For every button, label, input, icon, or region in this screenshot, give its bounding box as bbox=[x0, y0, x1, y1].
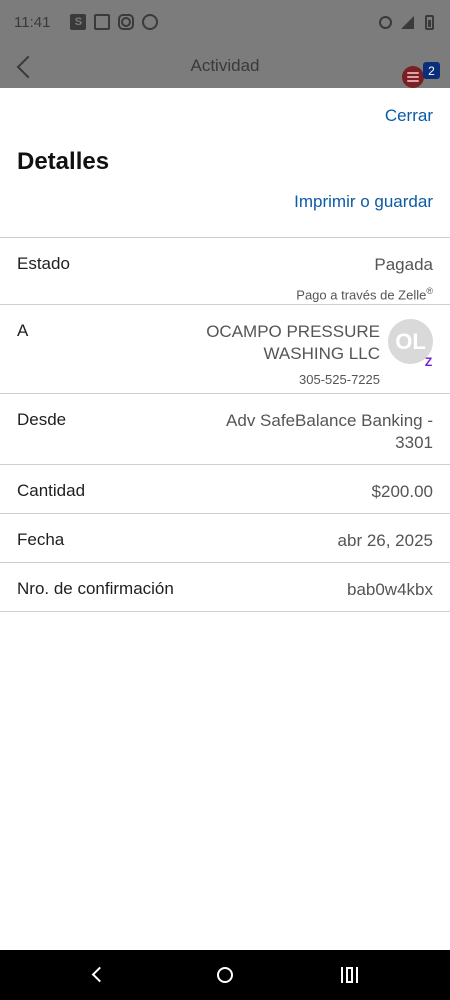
instagram-icon bbox=[118, 14, 135, 30]
close-button[interactable]: Cerrar bbox=[385, 106, 433, 126]
confirmation-label: Nro. de confirmación bbox=[17, 579, 174, 598]
recipient-phone: 305-525-7225 bbox=[299, 372, 380, 387]
detail-row-recipient: A OCAMPO PRESSURE WASHING LLC 305-525-72… bbox=[0, 305, 450, 394]
battery-icon bbox=[422, 14, 436, 30]
status-time: 11:41 bbox=[14, 13, 51, 31]
nav-home-icon[interactable] bbox=[217, 967, 233, 983]
recipient-value-group: OCAMPO PRESSURE WASHING LLC 305-525-7225… bbox=[206, 319, 433, 393]
back-icon[interactable] bbox=[16, 55, 40, 79]
navigation-bar bbox=[0, 950, 450, 1000]
chat-bubble-icon bbox=[142, 14, 159, 30]
print-or-save-button[interactable]: Imprimir o guardar bbox=[294, 192, 433, 212]
notification-icons: S bbox=[70, 14, 159, 30]
nav-recent-apps-icon[interactable] bbox=[341, 967, 358, 983]
recipient-avatar: OL Z bbox=[388, 319, 433, 369]
news-icon bbox=[94, 14, 111, 30]
estado-value-group: Pagada Pago a través de Zelle® bbox=[296, 254, 433, 304]
details-sheet: Cerrar Detalles Imprimir o guardar Estad… bbox=[0, 88, 450, 950]
payment-method: Pago a través de Zelle bbox=[296, 287, 427, 303]
estado-value: Pagada bbox=[374, 255, 433, 274]
avatar-initials: OL bbox=[395, 328, 426, 354]
erica-assistant-icon[interactable] bbox=[402, 66, 424, 88]
s-app-icon: S bbox=[70, 14, 87, 30]
detail-row-confirmation: Nro. de confirmación bab0w4kbx bbox=[0, 563, 450, 612]
detail-row-from: Desde Adv SafeBalance Banking - 3301 bbox=[0, 394, 450, 465]
detail-row-date: Fecha abr 26, 2025 bbox=[0, 514, 450, 563]
alarm-icon bbox=[378, 14, 392, 30]
recipient-text: OCAMPO PRESSURE WASHING LLC 305-525-7225 bbox=[206, 321, 380, 391]
from-account-line2: 3301 bbox=[395, 433, 433, 452]
detail-row-estado: Estado Pagada Pago a través de Zelle® bbox=[0, 238, 450, 305]
amount-value: $200.00 bbox=[371, 482, 433, 501]
registered-mark: ® bbox=[426, 286, 433, 296]
recipient-name-line2: WASHING LLC bbox=[263, 344, 380, 363]
from-label: Desde bbox=[17, 410, 67, 429]
amount-label: Cantidad bbox=[17, 481, 86, 500]
details-list: Estado Pagada Pago a través de Zelle® A … bbox=[0, 237, 450, 612]
header-title: Actividad bbox=[190, 56, 260, 75]
nav-back-icon[interactable] bbox=[91, 966, 108, 983]
estado-label: Estado bbox=[17, 254, 70, 273]
from-account-line1: Adv SafeBalance Banking - bbox=[226, 411, 433, 430]
payment-method-text: Pago a través de Zelle® bbox=[296, 280, 433, 306]
detail-row-amount: Cantidad $200.00 bbox=[0, 465, 450, 514]
confirmation-value: bab0w4kbx bbox=[346, 580, 433, 599]
recipient-label: A bbox=[17, 321, 29, 340]
sheet-title: Detalles bbox=[17, 148, 110, 175]
date-value: abr 26, 2025 bbox=[337, 531, 433, 550]
app-header: Actividad 2 bbox=[0, 44, 450, 88]
recipient-name-line1: OCAMPO PRESSURE bbox=[206, 322, 380, 341]
from-value-group: Adv SafeBalance Banking - 3301 bbox=[226, 410, 433, 464]
notification-badge: 2 bbox=[423, 62, 440, 79]
zelle-icon: Z bbox=[424, 354, 433, 369]
date-label: Fecha bbox=[17, 530, 65, 549]
status-bar: 11:41 S bbox=[0, 0, 450, 44]
signal-icon bbox=[400, 14, 414, 30]
system-icons bbox=[378, 14, 436, 30]
